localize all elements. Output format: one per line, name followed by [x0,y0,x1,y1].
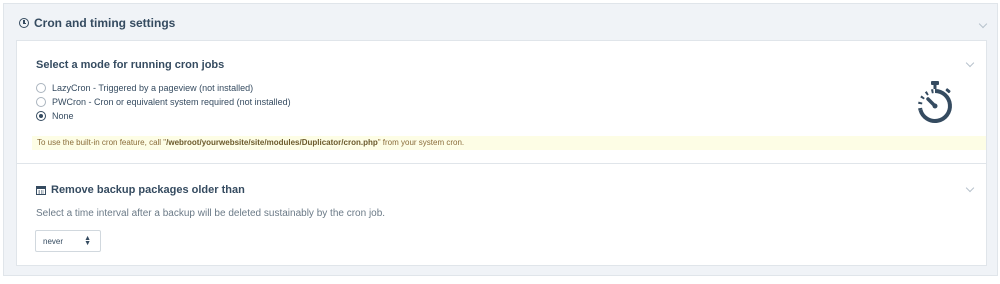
retention-description: Select a time interval after a backup wi… [36,208,386,219]
cron-settings-section: Cron and timing settings Select a mode f… [3,3,998,276]
retention-select[interactable]: never ▲ ▼ [35,230,101,252]
radio-pwcron[interactable]: PWCron - Cron or equivalent system requi… [36,97,291,107]
radio-lazycron[interactable]: LazyCron - Triggered by a pageview (not … [36,83,253,93]
radio-none[interactable]: None [36,111,74,121]
radio-button[interactable] [36,97,46,107]
stopwatch-icon [917,81,952,123]
chevron-down-icon[interactable] [965,58,975,68]
chevron-down-icon[interactable] [978,19,988,29]
select-value: never [43,237,64,246]
radio-button-checked[interactable] [36,111,46,121]
radio-button[interactable] [36,83,46,93]
cron-mode-title: Select a mode for running cron jobs [36,59,225,71]
cron-note: To use the built-in cron feature, call "… [32,136,986,150]
radio-label: None [52,111,74,121]
cron-mode-panel: Select a mode for running cron jobs Lazy… [16,40,987,164]
note-path: /webroot/yourwebsite/site/modules/Duplic… [166,138,378,147]
clock-icon [19,18,29,28]
section-title: Cron and timing settings [34,16,176,30]
section-header[interactable]: Cron and timing settings [4,4,997,42]
backup-retention-panel: Remove backup packages older than Select… [16,163,987,266]
select-arrows-icon: ▲ ▼ [84,235,91,247]
note-suffix: " from your system cron. [377,138,465,147]
note-prefix: To use the built-in cron feature, call " [37,138,167,147]
calendar-icon [36,186,46,195]
radio-label: PWCron - Cron or equivalent system requi… [52,97,291,107]
radio-label: LazyCron - Triggered by a pageview (not … [52,83,254,93]
chevron-down-icon[interactable] [965,183,975,193]
retention-title: Remove backup packages older than [51,184,245,196]
